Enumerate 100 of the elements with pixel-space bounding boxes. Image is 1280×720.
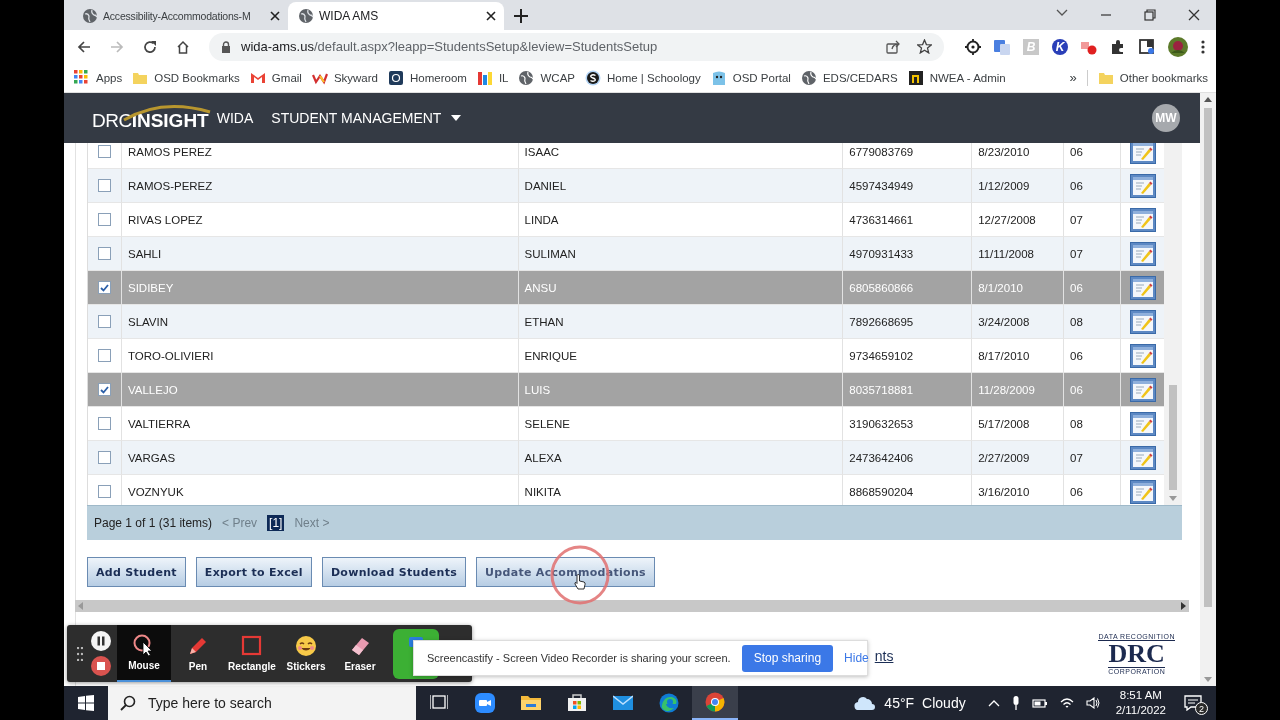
drag-handle-icon[interactable] <box>77 646 83 661</box>
bookmark-folder[interactable]: Other bookmarks <box>1097 69 1208 86</box>
recorder-tool[interactable]: Pen <box>171 625 225 682</box>
address-bar[interactable]: wida-ams.us/default.aspx?leapp=StudentsSetup&leview=StudentsSetup <box>209 32 944 61</box>
reload-icon[interactable] <box>143 39 157 54</box>
action-button[interactable]: Download Students <box>321 557 467 587</box>
url-text[interactable]: wida-ams.us/default.aspx?leapp=StudentsSetup&leview=StudentsSetup <box>241 39 658 54</box>
battery-icon[interactable] <box>1031 698 1048 708</box>
microphone-icon[interactable] <box>1011 696 1020 710</box>
close-icon[interactable] <box>270 11 280 21</box>
more-menu-icon[interactable] <box>1201 39 1205 54</box>
bookmarks-overflow[interactable]: » <box>1069 70 1077 85</box>
row-checkbox[interactable] <box>98 281 111 294</box>
browser-tab[interactable]: Accessibility-Accommodations-M <box>72 2 288 30</box>
bookmark-link[interactable]: Skyward <box>311 69 378 86</box>
row-checkbox[interactable] <box>98 179 111 192</box>
back-icon[interactable] <box>77 39 91 54</box>
bookmark-link[interactable]: Gmail <box>249 69 302 86</box>
pause-icon[interactable] <box>91 631 111 651</box>
scrollbar-thumb[interactable] <box>1169 385 1177 490</box>
edit-icon[interactable] <box>1129 173 1156 198</box>
recorder-tool[interactable]: Mouse <box>117 625 171 682</box>
table-cell: 06 <box>1070 485 1083 498</box>
row-checkbox[interactable] <box>98 247 111 260</box>
search-field[interactable]: Type here to search <box>108 686 416 720</box>
extension-icon[interactable] <box>1139 38 1155 55</box>
checkmark-icon <box>100 385 109 394</box>
profile-avatar-icon[interactable] <box>1168 36 1188 57</box>
home-icon[interactable] <box>176 39 190 54</box>
action-button[interactable]: Add Student <box>87 557 186 587</box>
edit-icon[interactable] <box>1129 309 1156 334</box>
video-app-icon <box>475 693 495 713</box>
bookmark-link[interactable]: NWEA - Admin <box>907 69 1006 86</box>
row-checkbox[interactable] <box>98 417 111 430</box>
clock-date[interactable]: 2/11/2022 <box>1115 703 1166 718</box>
footer-link[interactable]: nts <box>874 648 894 664</box>
recorder-tool[interactable]: Stickers <box>279 625 333 682</box>
windows-start-icon[interactable] <box>78 695 94 711</box>
row-checkbox[interactable] <box>98 145 111 158</box>
scrollbar[interactable] <box>1164 143 1182 505</box>
browser-tab[interactable]: WIDA AMS <box>288 2 504 30</box>
close-icon[interactable] <box>486 11 496 21</box>
bookmark-link[interactable]: EDS/CEDARS <box>800 69 898 86</box>
bookmark-link[interactable]: Home | Schoology <box>585 69 701 86</box>
bookmark-link[interactable]: OSD Bookmarks <box>132 69 240 86</box>
stop-icon[interactable] <box>91 656 111 676</box>
scrollbar-thumb[interactable] <box>1204 108 1212 607</box>
row-checkbox[interactable] <box>98 485 111 498</box>
edit-icon[interactable] <box>1129 275 1156 300</box>
scrollbar[interactable] <box>1200 93 1216 686</box>
table-cell: 4970931433 <box>849 247 914 260</box>
action-button[interactable]: Export to Excel <box>195 557 312 587</box>
row-checkbox[interactable] <box>98 451 111 464</box>
share-icon[interactable] <box>886 39 901 54</box>
wifi-icon[interactable] <box>1059 697 1074 709</box>
row-checkbox[interactable] <box>98 349 111 362</box>
chevron-up-icon[interactable] <box>987 699 1000 707</box>
edit-icon[interactable] <box>1129 343 1156 368</box>
extensions-icon[interactable] <box>1110 38 1126 55</box>
page-number[interactable]: [1] <box>267 515 285 531</box>
edit-icon[interactable] <box>1129 207 1156 232</box>
weather-widget[interactable]: 45°F Cloudy <box>854 695 966 711</box>
volume-icon[interactable] <box>1085 697 1100 709</box>
restore-icon[interactable] <box>1144 9 1156 21</box>
row-checkbox[interactable] <box>98 315 111 328</box>
notifications-icon[interactable] <box>1184 695 1202 711</box>
bookmark-link[interactable]: IL <box>476 69 509 86</box>
edit-icon[interactable] <box>1129 411 1156 436</box>
bookmark-link[interactable]: Apps <box>74 69 123 86</box>
extension-icon[interactable] <box>965 38 981 55</box>
clock-time[interactable]: 8:51 AM <box>1119 688 1162 703</box>
extension-icon[interactable]: K <box>1052 38 1068 55</box>
table-cell: 06 <box>1070 349 1083 362</box>
menu-dropdown[interactable]: STUDENT MANAGEMENT <box>271 110 462 126</box>
bookmark-link[interactable]: Homeroom <box>388 69 467 86</box>
table-cell: SLAVIN <box>127 315 169 328</box>
edit-icon[interactable] <box>1129 445 1156 470</box>
table-cell: 9734659102 <box>849 349 914 362</box>
recorder-tool[interactable]: Eraser <box>333 625 387 682</box>
bookmark-link[interactable]: OSD Portal <box>710 69 791 86</box>
bookmark-link[interactable]: WCAP <box>518 69 575 86</box>
checkmark-icon <box>100 283 109 292</box>
edit-icon[interactable] <box>1129 143 1156 164</box>
scroll-up-icon[interactable] <box>1204 97 1212 102</box>
row-checkbox[interactable] <box>98 213 111 226</box>
chevron-down-icon[interactable] <box>1056 9 1068 17</box>
scrollbar[interactable] <box>75 600 1189 612</box>
recorder-tool[interactable]: Rectangle <box>225 625 279 682</box>
table-cell: 07 <box>1070 213 1083 226</box>
edit-icon[interactable] <box>1129 479 1156 504</box>
edit-icon[interactable] <box>1129 241 1156 266</box>
stop-sharing-button[interactable]: Stop sharing <box>741 644 834 672</box>
new-tab-icon[interactable] <box>514 9 528 23</box>
edit-icon[interactable] <box>1129 377 1156 402</box>
scroll-right-icon[interactable] <box>1181 602 1186 610</box>
row-checkbox[interactable] <box>98 383 111 396</box>
close-icon[interactable] <box>1188 9 1200 21</box>
table-cell: 1/12/2009 <box>978 179 1030 192</box>
hide-link[interactable]: Hide <box>840 651 873 665</box>
star-icon[interactable] <box>917 39 932 54</box>
